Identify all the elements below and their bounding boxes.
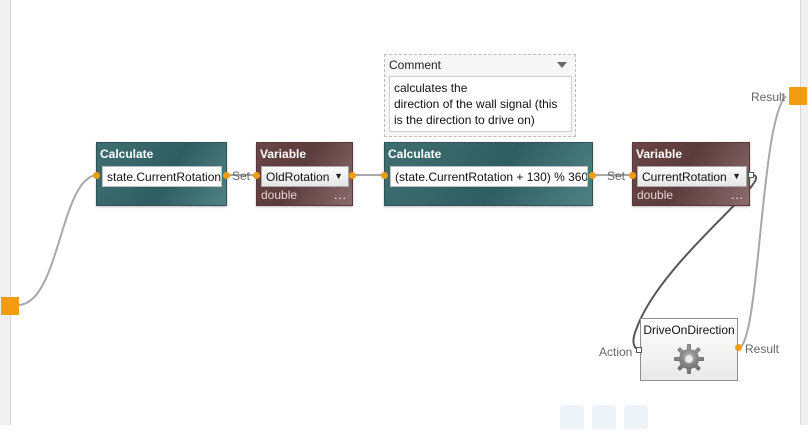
calculate-node-1-expression[interactable]: state.CurrentRotation <box>102 166 222 187</box>
activity-result-port[interactable] <box>735 344 742 351</box>
calculate-node-1[interactable]: Calculate state.CurrentRotation <box>96 142 227 206</box>
activity-action-port[interactable] <box>636 347 642 353</box>
variable-node-1-output-port[interactable] <box>349 172 356 179</box>
calculate-node-2-expression[interactable]: (state.CurrentRotation + 130) % 360 <box>390 166 588 187</box>
calculate-node-2-input-port[interactable] <box>381 172 388 179</box>
set-label-1: Set <box>232 169 251 183</box>
variable-node-2-input-port[interactable] <box>629 172 636 179</box>
activity-node-driveondirection[interactable]: DriveOnDirection <box>640 318 738 381</box>
chevron-down-icon[interactable] <box>557 62 567 68</box>
gear-icon <box>674 344 704 374</box>
variable-node-2[interactable]: Variable CurrentRotation ▼ double ... <box>632 142 750 206</box>
calculate-node-1-input-port[interactable] <box>93 172 100 179</box>
activity-node-title: DriveOnDirection <box>643 323 735 337</box>
calculate-node-1-title: Calculate <box>100 147 154 161</box>
variable-node-1-selected: OldRotation <box>266 170 330 184</box>
result-output-label: Result <box>751 90 786 104</box>
input-port[interactable] <box>1 297 19 315</box>
variable-node-1-input-port[interactable] <box>253 172 260 179</box>
calculate-node-2-title: Calculate <box>388 147 442 161</box>
comment-title: Comment <box>389 58 442 72</box>
variable-node-1-select[interactable]: OldRotation ▼ <box>261 166 349 187</box>
variable-node-2-type: double <box>637 188 674 202</box>
result-output-port[interactable] <box>789 87 807 105</box>
variable-node-1[interactable]: Variable OldRotation ▼ double ... <box>256 142 353 206</box>
wire-activity-result-to-result <box>737 95 787 349</box>
variable-node-2-selected: CurrentRotation <box>642 170 727 184</box>
variable-node-1-title: Variable <box>260 147 307 161</box>
variable-node-1-type: double <box>261 188 298 202</box>
calculate-node-1-output-port[interactable] <box>223 172 230 179</box>
dropdown-arrow-icon: ▼ <box>732 171 741 181</box>
variable-node-2-select[interactable]: CurrentRotation ▼ <box>637 166 747 187</box>
variable-node-2-title: Variable <box>636 147 683 161</box>
dropdown-arrow-icon: ▼ <box>334 171 343 181</box>
variable-node-1-more-button[interactable]: ... <box>334 188 347 202</box>
variable-node-2-more-button[interactable]: ... <box>731 188 744 202</box>
set-label-2: Set <box>607 169 626 183</box>
comment-box[interactable]: Comment calculates the direction of the … <box>384 54 576 137</box>
variable-node-2-output-port[interactable] <box>748 172 754 178</box>
wire-input-to-calculate <box>17 174 99 306</box>
activity-result-label: Result <box>745 342 780 356</box>
comment-text[interactable]: calculates the direction of the wall sig… <box>389 76 572 132</box>
calculate-node-2-output-port[interactable] <box>589 172 596 179</box>
action-label: Action <box>599 345 633 359</box>
calculate-node-2[interactable]: Calculate (state.CurrentRotation + 130) … <box>384 142 593 206</box>
